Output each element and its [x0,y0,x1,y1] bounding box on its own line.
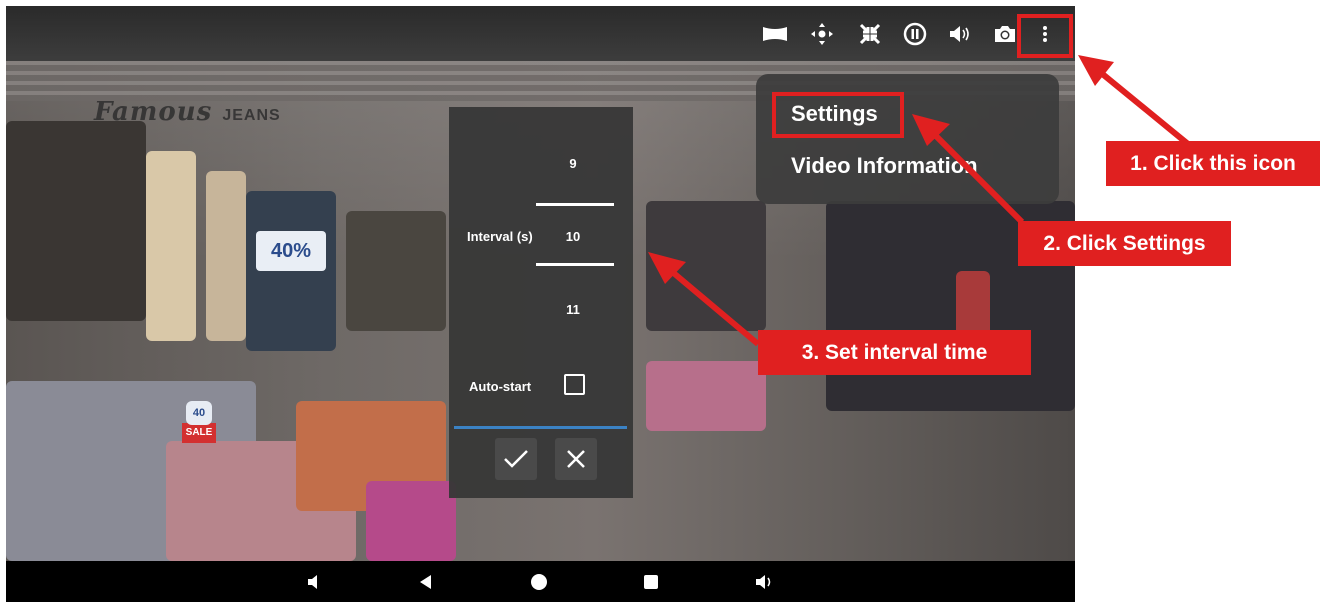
confirm-button[interactable] [495,438,537,480]
price-sign: 40% [256,231,326,271]
sale-sign: SALE [182,423,216,443]
callout-step-1: 1. Click this icon [1106,141,1320,186]
check-icon [504,450,528,468]
settings-dialog: 9 Interval (s) 10 11 Auto-start [449,107,633,498]
callout-step-3: 3. Set interval time [758,330,1031,375]
pause-icon[interactable] [901,20,929,48]
move-icon[interactable] [808,20,836,48]
close-icon [567,450,585,468]
highlight-settings [772,92,904,138]
interval-label: Interval (s) [467,229,533,244]
clothing-rack [646,201,766,331]
menu-item-video-information[interactable]: Video Information [791,153,978,179]
panorama-icon[interactable] [761,20,789,48]
interval-picker-value[interactable]: 10 [535,229,611,244]
back-icon[interactable] [415,571,437,593]
picker-divider-top [536,203,614,206]
mannequin [206,171,246,341]
clothing-rack [6,121,146,321]
clothing-rack [346,211,446,331]
autostart-label: Auto-start [469,379,532,394]
volume-icon[interactable] [946,20,974,48]
home-icon[interactable] [528,571,550,593]
interval-option-prev[interactable]: 9 [535,156,611,171]
brand-sign-suffix: JEANS [222,107,281,124]
recents-icon[interactable] [640,571,662,593]
collapse-icon[interactable] [856,20,884,48]
clothing-rack [246,191,336,351]
autostart-checkbox[interactable] [564,374,585,395]
player-toolbar [6,6,1075,61]
system-nav-bar [6,561,1075,602]
mannequin [146,151,196,341]
volume-down-icon[interactable] [303,571,325,593]
small-price-text: 40 [192,407,206,419]
dialog-divider [454,426,627,429]
folded-table [366,481,456,561]
camera-icon[interactable] [991,20,1019,48]
highlight-more-icon [1017,14,1073,58]
volume-up-icon[interactable] [754,571,776,593]
video-player-screen: Famous JEANS 40% SALE 40 Settings Video … [6,6,1075,602]
folded-table [646,361,766,431]
picker-divider-bottom [536,263,614,266]
small-price-sign: 40 [186,401,212,425]
cancel-button[interactable] [555,438,597,480]
callout-step-2: 2. Click Settings [1018,221,1231,266]
interval-option-next[interactable]: 11 [535,302,611,317]
